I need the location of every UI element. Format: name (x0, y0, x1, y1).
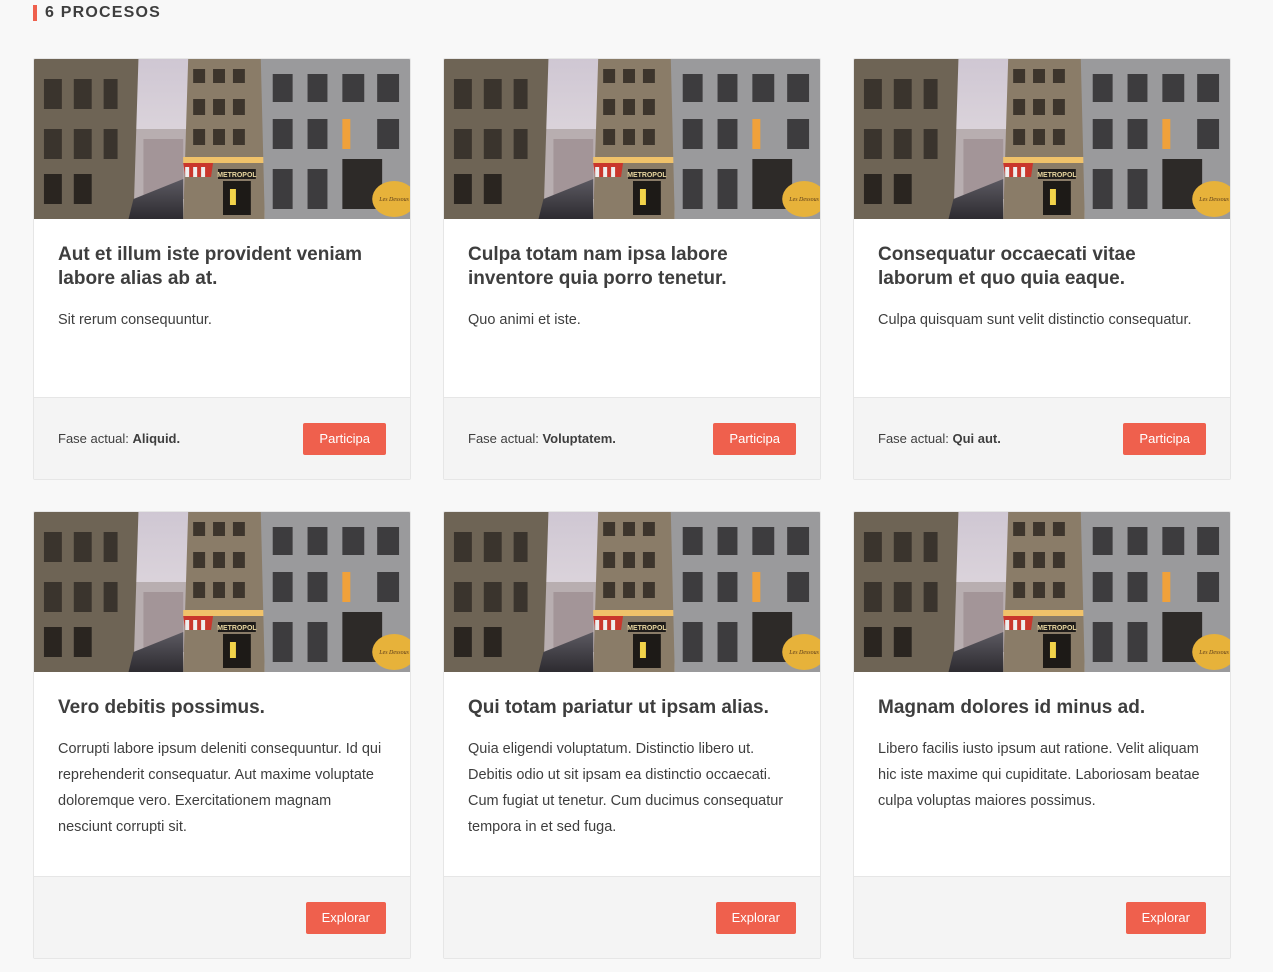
street-photo-image[interactable] (854, 59, 1230, 219)
card-title[interactable]: Consequatur occaecati vitae laborum et q… (878, 243, 1206, 291)
phase-value: Qui aut. (952, 431, 1001, 446)
card-title[interactable]: Qui totam pariatur ut ipsam alias. (468, 696, 796, 720)
participate-button[interactable]: Participa (1123, 422, 1206, 455)
card-description: Culpa quisquam sunt velit distinctio con… (878, 312, 1192, 328)
street-photo-image[interactable] (34, 512, 410, 672)
process-card: Aut et illum iste provident veniam labor… (33, 58, 411, 480)
title-accent-bar (33, 5, 37, 21)
section-title: 6 PROCESOS (33, 4, 161, 22)
process-card: Qui totam pariatur ut ipsam alias. Quia … (443, 511, 821, 959)
current-phase: Fase actual: Voluptatem. (468, 431, 616, 446)
phase-value: Aliquid. (132, 431, 181, 446)
current-phase: Fase actual: Qui aut. (878, 431, 1001, 446)
processes-count: 6 PROCESOS (45, 4, 162, 21)
card-description: Quia eligendi voluptatum. Distinctio lib… (468, 741, 784, 835)
participate-button[interactable]: Participa (713, 422, 796, 455)
participate-button[interactable]: Participa (303, 422, 386, 455)
street-photo-image[interactable] (444, 59, 820, 219)
street-photo-image[interactable] (34, 59, 410, 219)
street-photo-image[interactable] (444, 512, 820, 672)
card-description: Libero facilis iusto ipsum aut ratione. … (878, 741, 1200, 809)
explore-button[interactable]: Explorar (305, 901, 386, 934)
card-description: Corrupti labore ipsum deleniti consequun… (58, 741, 382, 835)
card-footer: Explorar (444, 876, 820, 958)
phase-label: Fase actual: (468, 431, 539, 446)
card-footer: Explorar (854, 876, 1230, 958)
card-footer: Fase actual: Voluptatem. Participa (444, 397, 820, 479)
process-card: Culpa totam nam ipsa labore inventore qu… (443, 58, 821, 480)
card-footer: Fase actual: Qui aut. Participa (854, 397, 1230, 479)
phase-value: Voluptatem. (542, 431, 616, 446)
process-card: Consequatur occaecati vitae laborum et q… (853, 58, 1231, 480)
street-photo-image[interactable] (854, 512, 1230, 672)
process-card: Magnam dolores id minus ad. Libero facil… (853, 511, 1231, 959)
phase-label: Fase actual: (58, 431, 129, 446)
card-footer: Explorar (34, 876, 410, 958)
card-description: Sit rerum consequuntur. (58, 312, 212, 328)
card-title[interactable]: Culpa totam nam ipsa labore inventore qu… (468, 243, 796, 291)
card-description: Quo animi et iste. (468, 312, 581, 328)
current-phase: Fase actual: Aliquid. (58, 431, 180, 446)
phase-label: Fase actual: (878, 431, 949, 446)
card-title[interactable]: Aut et illum iste provident veniam labor… (58, 243, 386, 291)
card-footer: Fase actual: Aliquid. Participa (34, 397, 410, 479)
card-title[interactable]: Vero debitis possimus. (58, 696, 386, 720)
explore-button[interactable]: Explorar (1125, 901, 1206, 934)
process-card: Vero debitis possimus. Corrupti labore i… (33, 511, 411, 959)
card-title[interactable]: Magnam dolores id minus ad. (878, 696, 1206, 720)
explore-button[interactable]: Explorar (715, 901, 796, 934)
